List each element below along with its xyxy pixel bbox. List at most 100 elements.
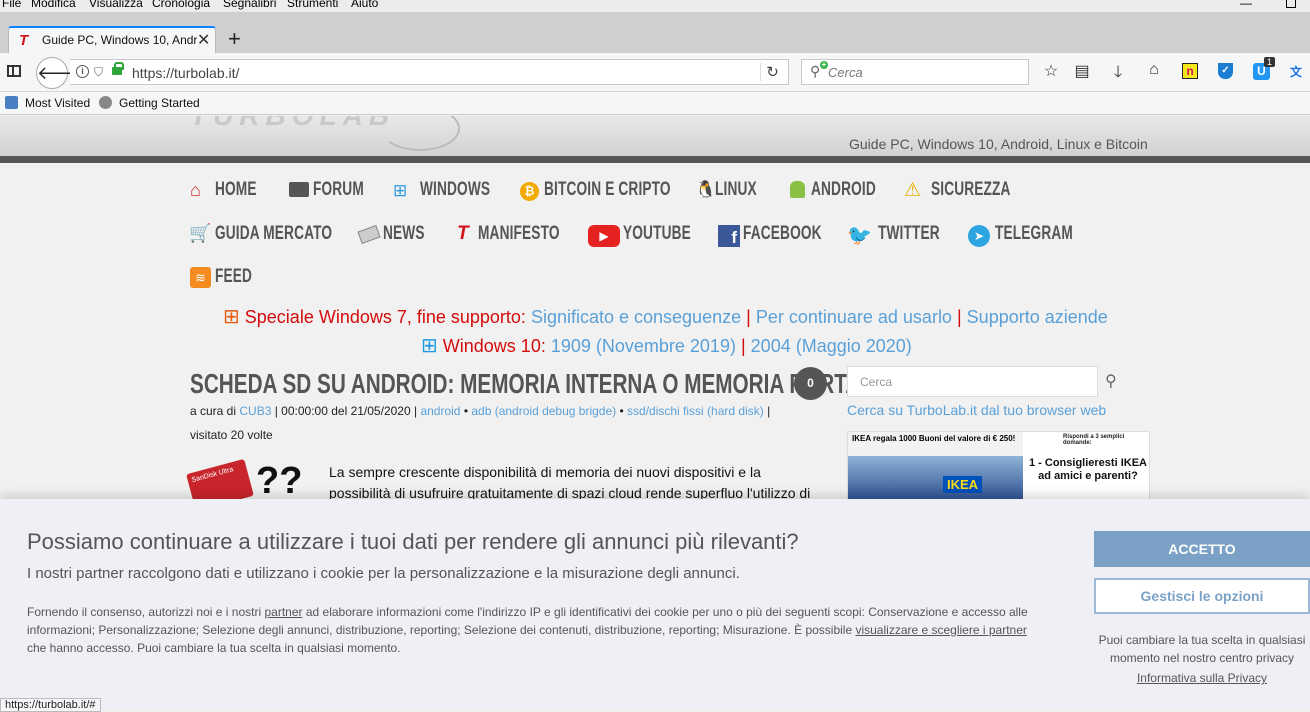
cart-icon: 🛒 xyxy=(189,223,212,243)
separator: | xyxy=(746,307,751,327)
reload-icon[interactable]: ↻ xyxy=(760,63,784,81)
menu-bar: File Modifica Visualizza Cronologia Segn… xyxy=(0,0,1310,12)
url-text[interactable]: https://turbolab.it/ xyxy=(132,65,239,81)
close-tab-icon[interactable]: ✕ xyxy=(197,30,210,50)
ikea-ad-banner[interactable]: IKEA regala 1000 Buoni del valore di € 2… xyxy=(847,431,1150,501)
newspaper-icon xyxy=(357,224,381,245)
nav-bitcoin[interactable]: BITCOIN E CRIPTO xyxy=(544,179,671,201)
tag-ssd[interactable]: ssd/dischi fissi (hard disk) xyxy=(627,404,764,418)
view-partners-link[interactable]: visualizzare e scegliere i partner xyxy=(855,623,1026,637)
consent-body-a: Fornendo il consenso, autorizzi noi e i … xyxy=(27,605,265,619)
library-icon[interactable]: ▤ xyxy=(1072,61,1092,81)
extension-n-icon[interactable]: n xyxy=(1182,63,1198,79)
tab-turbolab[interactable]: T Guide PC, Windows 10, Android, Linux e… xyxy=(8,26,216,53)
translate-extension-icon[interactable]: 文 xyxy=(1290,63,1302,80)
home-icon[interactable]: ⌂ xyxy=(1144,61,1164,79)
comments-count-badge[interactable]: 0 xyxy=(794,367,827,400)
consent-subtitle: I nostri partner raccolgono dati e utili… xyxy=(27,565,740,582)
browser-search-link[interactable]: Cerca su TurboLab.it dal tuo browser web xyxy=(847,402,1106,418)
sidebar-toggle-icon[interactable] xyxy=(7,65,21,77)
privacy-policy-link[interactable]: Informativa sulla Privacy xyxy=(1094,671,1310,685)
navigation-toolbar: 🡐 i ⛉ https://turbolab.it/ ↻ ⚲ + Cerca ☆… xyxy=(0,53,1310,92)
search-input[interactable]: ⚲ + Cerca xyxy=(801,59,1029,85)
nav-youtube[interactable]: YOUTUBE xyxy=(623,223,691,245)
add-search-icon: + xyxy=(820,60,828,69)
sidebar-search-icon[interactable]: ⚲ xyxy=(1105,371,1117,391)
bookmark-star-icon[interactable]: ☆ xyxy=(1041,61,1061,81)
link-continuare[interactable]: Per continuare ad usarlo xyxy=(756,307,952,327)
windows7-icon: ⊞ xyxy=(223,306,240,328)
nav-sicurezza[interactable]: SICUREZZA xyxy=(931,179,1011,201)
logo-swirl xyxy=(380,116,460,151)
tag-adb[interactable]: adb (android debug brigde) xyxy=(471,404,616,418)
ad-image xyxy=(848,456,1023,500)
article-meta: a cura di CUB3 | 00:00:00 del 21/05/2020… xyxy=(190,404,770,418)
nav-windows[interactable]: WINDOWS xyxy=(420,179,490,201)
bookmark-most-visited[interactable]: Most Visited xyxy=(25,96,90,110)
nav-manifesto[interactable]: MANIFESTO xyxy=(478,223,560,245)
site-tagline: Guide PC, Windows 10, Android, Linux e B… xyxy=(849,136,1148,152)
nav-feed[interactable]: FEED xyxy=(215,266,252,288)
url-bar[interactable]: i ⛉ https://turbolab.it/ ↻ xyxy=(70,59,789,85)
consent-body-c: che hanno accesso. Puoi cambiare la tua … xyxy=(27,641,401,655)
partner-link[interactable]: partner xyxy=(264,605,302,619)
separator: | xyxy=(956,307,962,327)
site-header: TURBOLAB Guide PC, Windows 10, Android, … xyxy=(0,116,1310,156)
minimize-button[interactable]: — xyxy=(1240,0,1252,10)
download-icon[interactable]: 🡓 xyxy=(1108,61,1128,88)
consent-body: Fornendo il consenso, autorizzi noi e i … xyxy=(27,603,1037,657)
author-link[interactable]: CUB3 xyxy=(239,404,271,418)
most-visited-icon xyxy=(5,96,18,109)
bookmark-getting-started[interactable]: Getting Started xyxy=(119,96,200,110)
forum-icon xyxy=(289,182,309,197)
info-icon[interactable]: i xyxy=(76,65,89,78)
extension-badge: 1 xyxy=(1264,57,1276,67)
back-button[interactable]: 🡐 xyxy=(36,57,85,89)
tracking-shield-icon[interactable]: ⛉ xyxy=(94,65,103,80)
separator: | xyxy=(740,336,746,356)
manage-options-button[interactable]: Gestisci le opzioni xyxy=(1094,578,1310,614)
nav-android[interactable]: ANDROID xyxy=(811,179,876,201)
menu-file[interactable]: File xyxy=(2,0,21,10)
facebook-icon: f xyxy=(718,225,740,247)
link-2004[interactable]: 2004 (Maggio 2020) xyxy=(751,336,912,356)
menu-cronologia[interactable]: Cronologia xyxy=(152,0,210,10)
sidebar-search-placeholder: Cerca xyxy=(860,375,893,389)
nav-forum[interactable]: FORUM xyxy=(313,179,364,201)
nav-linux[interactable]: LINUX xyxy=(715,179,757,201)
tag-android[interactable]: android xyxy=(420,404,460,418)
sidebar-search-input[interactable]: Cerca xyxy=(847,366,1098,397)
lock-icon[interactable] xyxy=(112,62,124,75)
link-1909[interactable]: 1909 (Novembre 2019) xyxy=(551,336,736,356)
tab-strip: T Guide PC, Windows 10, Android, Linux e… xyxy=(0,12,1310,53)
nav-telegram[interactable]: TELEGRAM xyxy=(995,223,1073,245)
restore-button[interactable] xyxy=(1286,0,1296,8)
menu-strumenti[interactable]: Strumenti xyxy=(287,0,338,10)
nav-news[interactable]: NEWS xyxy=(383,223,425,245)
menu-visualizza[interactable]: Visualizza xyxy=(89,0,143,10)
link-significato[interactable]: Significato e conseguenze xyxy=(531,307,741,327)
accept-button[interactable]: ACCETTO xyxy=(1094,531,1310,567)
new-tab-button[interactable]: + xyxy=(228,26,241,52)
warning-icon: ⚠ xyxy=(904,180,922,201)
special-win10-label: Windows 10: xyxy=(442,336,546,356)
nav-home[interactable]: HOME xyxy=(215,179,257,201)
consent-title: Possiamo continuare a utilizzare i tuoi … xyxy=(27,529,799,554)
tag-separator: • xyxy=(463,404,469,418)
nav-facebook[interactable]: FACEBOOK xyxy=(743,223,822,245)
turbolab-favicon-icon: T xyxy=(19,32,29,49)
link-aziende[interactable]: Supporto aziende xyxy=(967,307,1108,327)
home-icon: ⌂ xyxy=(190,180,201,200)
rss-icon: ≋ xyxy=(190,267,211,288)
privacy-shield-extension-icon[interactable]: ✓ xyxy=(1218,63,1233,79)
status-bar: https://turbolab.it/# xyxy=(0,698,101,712)
bitcoin-icon: ₿ xyxy=(520,182,539,201)
youtube-icon: ▶ xyxy=(588,225,620,247)
header-divider xyxy=(0,156,1310,163)
menu-segnalibri[interactable]: Segnalibri xyxy=(223,0,276,10)
nav-guida-mercato[interactable]: GUIDA MERCATO xyxy=(215,223,332,245)
nav-twitter[interactable]: TWITTER xyxy=(878,223,940,245)
menu-modifica[interactable]: Modifica xyxy=(31,0,76,10)
menu-aiuto[interactable]: Aiuto xyxy=(351,0,378,10)
search-icon: ⚲ xyxy=(810,63,821,79)
